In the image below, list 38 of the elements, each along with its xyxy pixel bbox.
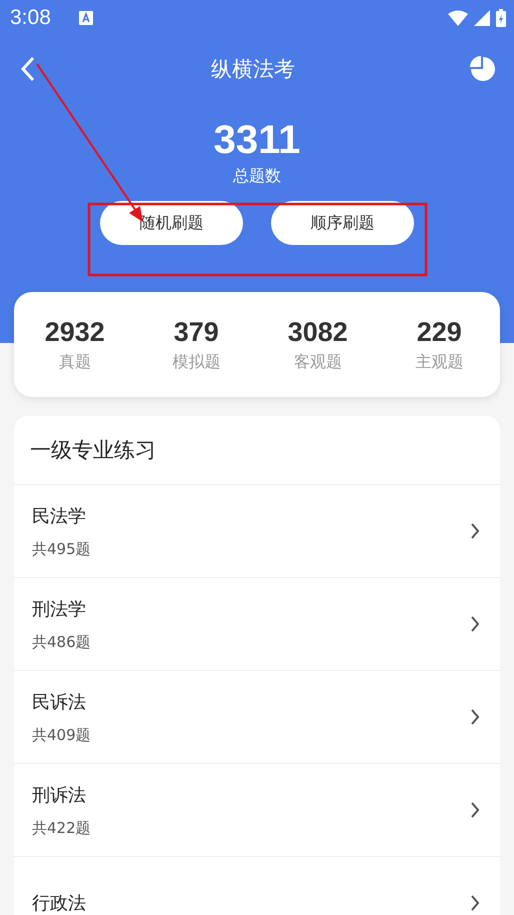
status-time: 3:08 (10, 6, 51, 30)
battery-icon (496, 9, 506, 27)
signal-icon (474, 10, 490, 26)
stat-value: 229 (416, 316, 462, 348)
subject-name: 行政法 (32, 892, 86, 915)
subject-name: 民法学 (32, 504, 87, 528)
subject-item[interactable]: 刑诉法 共422题 (14, 764, 500, 857)
total-count: 3311 (214, 118, 300, 162)
subject-item[interactable]: 民法学 共495题 (14, 485, 500, 578)
pie-chart-button[interactable] (468, 54, 498, 84)
subject-item[interactable]: 行政法 (14, 857, 500, 915)
chevron-icon (470, 616, 480, 632)
stat-label: 真题 (58, 352, 91, 372)
section-title: 一级专业练习 (14, 416, 500, 485)
subject-name: 民诉法 (32, 690, 87, 714)
subject-name: 刑诉法 (32, 784, 87, 806)
question-count: 共486题 (32, 632, 91, 652)
question-count: 共495题 (32, 540, 91, 558)
stat-label: 主观题 (415, 352, 464, 372)
page-title: 纵横法考 (211, 56, 295, 83)
total-label: 总题数 (233, 166, 281, 187)
chevron-icon (470, 802, 480, 818)
notification-icon (78, 11, 93, 25)
stat-value: 3082 (288, 316, 348, 348)
question-count: 共422题 (32, 818, 91, 838)
practice-button[interactable]: 顺序刷题 (271, 201, 414, 245)
stat-value: 2932 (44, 316, 105, 348)
chevron-icon (470, 523, 480, 539)
stat-value: 379 (174, 316, 219, 348)
question-count: 共409题 (32, 726, 91, 744)
stat-label: 模拟题 (172, 352, 220, 372)
subject-item[interactable]: 民诉法 共409题 (14, 671, 500, 764)
chevron-icon (470, 709, 480, 725)
subject-item[interactable]: 刑法学 共486题 (14, 578, 500, 671)
subject-name: 刑法学 (32, 598, 87, 620)
chevron-icon (470, 895, 480, 911)
stat-label: 客观题 (294, 352, 342, 372)
wifi-icon (448, 10, 468, 26)
